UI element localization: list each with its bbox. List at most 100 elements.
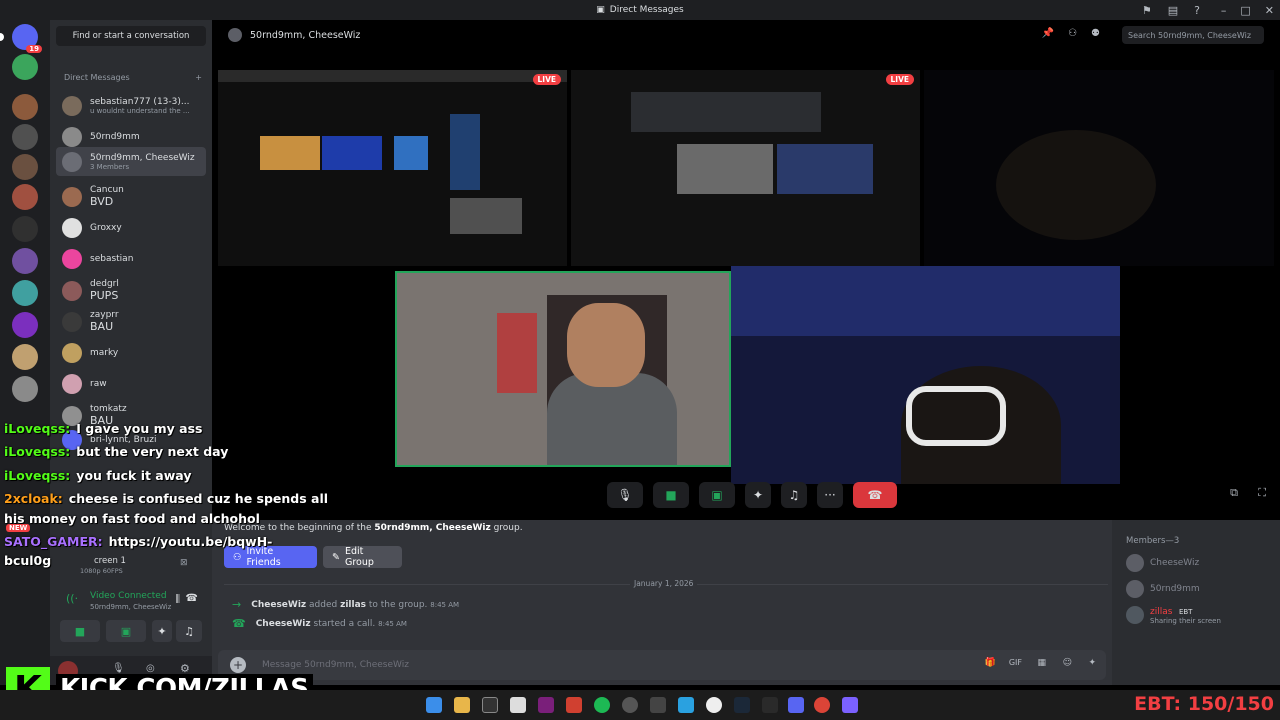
obs-icon[interactable] <box>622 697 638 713</box>
media-icon[interactable] <box>706 697 722 713</box>
home-button[interactable]: 19 <box>0 24 42 53</box>
server-icon[interactable] <box>12 94 38 120</box>
dm-item[interactable]: raw <box>56 369 206 398</box>
phone-icon: ☎ <box>232 617 246 630</box>
member-item[interactable]: CheeseWiz <box>1126 554 1199 572</box>
video-tile-zillas[interactable] <box>731 266 1120 484</box>
create-dm-icon[interactable]: + <box>195 73 202 82</box>
stream-close-icon[interactable]: ⊠ <box>180 558 188 568</box>
screenshare-button[interactable]: ▣ <box>106 620 146 642</box>
inbox-tray-icon[interactable]: ▤ <box>1168 4 1178 17</box>
dm-item[interactable]: sebastian777 (13-3)... u wouldnt understa… <box>56 91 206 120</box>
system-message: → CheeseWiz added zillas to the group. 8… <box>232 598 460 611</box>
dm-item[interactable]: sebastian <box>56 244 206 273</box>
avatar <box>62 311 82 332</box>
next-icon[interactable] <box>538 697 554 713</box>
server-icon[interactable] <box>12 344 38 370</box>
steam-icon[interactable] <box>734 697 750 713</box>
sticker-icon[interactable]: ▦ <box>1037 658 1046 668</box>
file-explorer-icon[interactable] <box>454 697 470 713</box>
voice-channel[interactable]: 50rnd9mm, CheeseWiz <box>90 603 171 611</box>
disconnect-icon[interactable]: ☎ <box>186 593 198 604</box>
server-icon[interactable] <box>12 248 38 274</box>
stream-tile-youtube[interactable]: LIVE <box>218 70 567 266</box>
minimize-button[interactable]: – <box>1221 4 1227 17</box>
telegram-icon[interactable] <box>678 697 694 713</box>
epic-games-icon[interactable] <box>762 697 778 713</box>
search-input[interactable]: Search 50rnd9mm, CheeseWiz <box>1122 26 1264 44</box>
fullscreen-icon[interactable]: ⛶ <box>1258 486 1266 500</box>
edit-group-button[interactable]: ✎ Edit Group <box>323 546 402 568</box>
overlay-username: iLoveqss: <box>4 468 71 483</box>
overlay-chat-line: iLoveqss: I gave you my ass <box>4 421 203 436</box>
spotify-icon[interactable] <box>594 697 610 713</box>
app-icon[interactable] <box>842 697 858 713</box>
popout-icon[interactable]: ⧉ <box>1230 486 1238 500</box>
activity-button[interactable]: ✦ <box>745 482 771 508</box>
members-icon[interactable]: ⚉ <box>1091 28 1100 39</box>
dm-item[interactable]: marky <box>56 338 206 367</box>
avatar <box>62 373 82 394</box>
dm-item[interactable]: Cancun BVD <box>56 182 206 211</box>
server-icon[interactable] <box>12 312 38 338</box>
overlay-message: but the very next day <box>76 444 229 459</box>
mute-button[interactable]: 🎙 <box>607 482 643 508</box>
maximize-button[interactable]: □ <box>1240 4 1250 17</box>
noise-suppression-icon[interactable]: ⫼ <box>175 594 180 605</box>
chat-area: Welcome to the beginning of the 50rnd9mm… <box>212 520 1112 685</box>
soundboard-button[interactable]: ♫ <box>781 482 807 508</box>
video-tile-50rnd9mm[interactable] <box>395 271 731 467</box>
stream-tile-discord[interactable]: LIVE <box>571 70 920 266</box>
pin-icon[interactable]: 📌 <box>1042 28 1054 39</box>
windows-start-icon[interactable] <box>426 697 442 713</box>
camera-toggle-button[interactable]: ■ <box>653 482 689 508</box>
gift-icon[interactable]: 🎁 <box>985 658 996 668</box>
dm-name: 50rnd9mm <box>90 131 140 142</box>
help-icon[interactable]: ? <box>1194 4 1200 17</box>
dm-item[interactable]: dedgrl PUPS <box>56 276 206 305</box>
server-icon[interactable] <box>12 376 38 402</box>
emoji-icon[interactable]: ☺ <box>1063 658 1072 668</box>
server-icon[interactable] <box>12 154 38 180</box>
dm-item[interactable]: zayprr BAU <box>56 307 206 336</box>
server-icon[interactable] <box>12 124 38 150</box>
app-icon[interactable] <box>650 697 666 713</box>
dm-item[interactable]: Groxxy <box>56 213 206 242</box>
screenshare-toggle-button[interactable]: ▣ <box>699 482 735 508</box>
server-icon[interactable] <box>12 216 38 242</box>
github-icon[interactable] <box>482 697 498 713</box>
disconnect-call-button[interactable]: ☎ <box>853 482 897 508</box>
app-icon[interactable] <box>566 697 582 713</box>
app-icon[interactable] <box>510 697 526 713</box>
server-icon[interactable] <box>12 280 38 306</box>
server-icon[interactable] <box>12 184 38 210</box>
dm-name: tomkatz <box>90 404 127 414</box>
camera-button[interactable]: ■ <box>60 620 100 642</box>
avatar <box>62 217 82 238</box>
activity-button[interactable]: ✦ <box>152 620 172 642</box>
message-input[interactable]: + Message 50rnd9mm, CheeseWiz 🎁 GIF ▦ ☺ … <box>218 650 1106 680</box>
gif-icon[interactable]: GIF <box>1009 658 1022 667</box>
server-icon[interactable] <box>12 54 38 80</box>
signal-icon: ((· <box>66 592 79 605</box>
dm-item[interactable]: 50rnd9mm, CheeseWiz 3 Members <box>56 147 206 176</box>
overlay-chat-line: 2xcloak: cheese is confused cuz he spends… <box>4 491 328 506</box>
stream-tile-camera[interactable] <box>924 70 1274 266</box>
member-item[interactable]: 50rnd9mm <box>1126 580 1200 598</box>
activity-icon: ✦ <box>752 488 764 502</box>
voice-panel: ((· Video Connected 50rnd9mm, CheeseWiz … <box>56 586 206 646</box>
overlay-username: iLoveqss: <box>4 421 71 436</box>
apps-icon[interactable]: ✦ <box>1088 658 1096 668</box>
add-member-icon[interactable]: ⚇ <box>1068 28 1077 39</box>
discord-icon[interactable] <box>788 697 804 713</box>
invite-friends-button[interactable]: ⚇ Invite Friends <box>224 546 317 568</box>
soundboard-button[interactable]: ♫ <box>176 620 202 642</box>
flag-icon[interactable]: ⚑ <box>1142 4 1152 17</box>
close-button[interactable]: ✕ <box>1265 4 1274 17</box>
member-item[interactable]: zillas EBT Sharing their screen <box>1126 604 1221 625</box>
dm-name: sebastian777 (13-3)... <box>90 96 190 107</box>
find-conversation-button[interactable]: Find or start a conversation <box>56 26 206 46</box>
chrome-icon[interactable] <box>814 697 830 713</box>
more-button[interactable]: ··· <box>817 482 843 508</box>
camera-icon: ■ <box>665 488 677 502</box>
